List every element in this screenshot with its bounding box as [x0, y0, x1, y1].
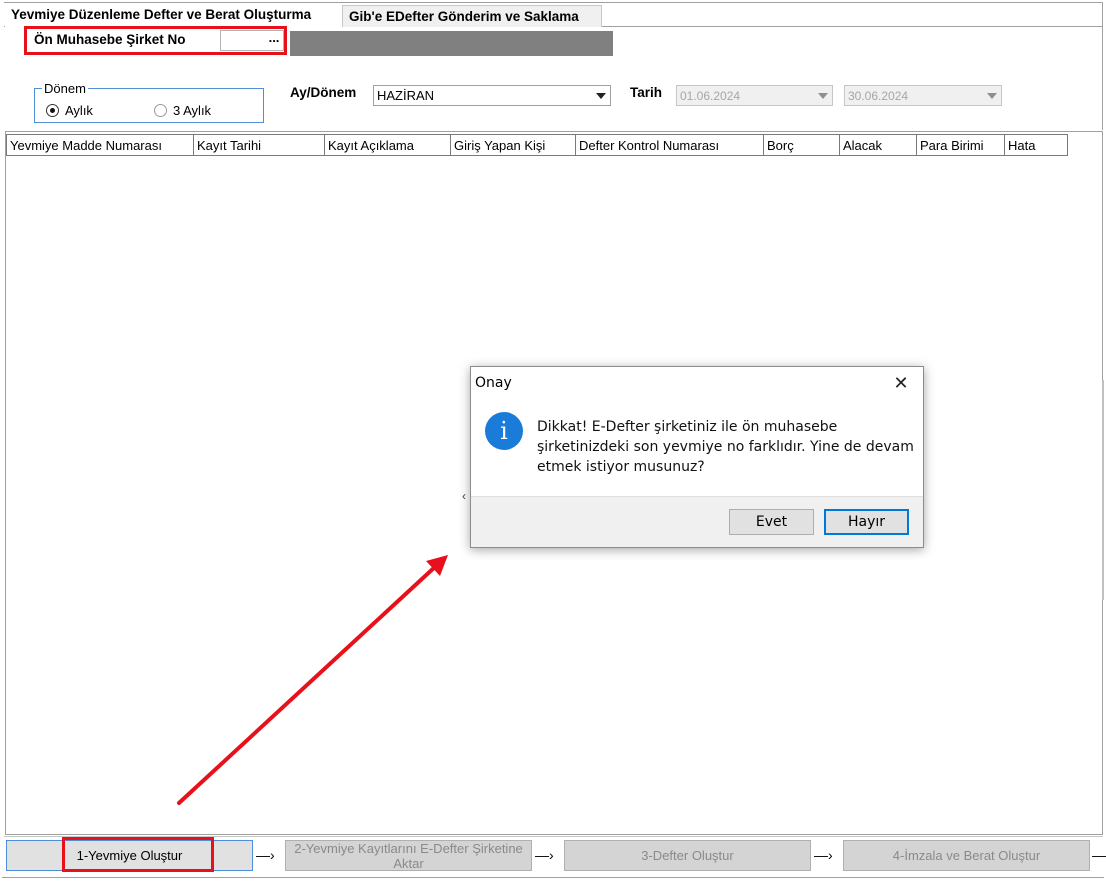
dialog-title: Onay	[475, 375, 512, 391]
radio-quarterly[interactable]: 3 Aylık	[154, 103, 211, 118]
radio-monthly-label: Aylık	[65, 103, 93, 118]
window-right-border	[1102, 2, 1103, 130]
radio-quarterly-label: 3 Aylık	[173, 103, 212, 118]
chevron-down-icon	[987, 93, 997, 99]
company-no-label: Ön Muhasebe Şirket No	[34, 32, 186, 47]
month-label: Ay/Dönem	[290, 85, 357, 100]
column-header[interactable]: Borç	[764, 134, 840, 156]
column-header[interactable]: Yevmiye Madde Numarası	[6, 134, 194, 156]
close-icon[interactable]: ✕	[891, 373, 911, 393]
step-1-create-journal-button[interactable]: 1-Yevmiye Oluştur	[6, 840, 253, 871]
chevron-down-icon	[596, 93, 606, 99]
column-header[interactable]: Kayıt Tarihi	[194, 134, 325, 156]
column-header[interactable]: Giriş Yapan Kişi	[451, 134, 576, 156]
grid-header: Yevmiye Madde Numarası Kayıt Tarihi Kayı…	[6, 134, 1068, 156]
column-header[interactable]: Alacak	[840, 134, 917, 156]
column-header[interactable]: Hata	[1005, 134, 1068, 156]
dialog-message: Dikkat! E-Defter şirketiniz ile ön muhas…	[537, 419, 914, 475]
chevron-down-icon	[818, 93, 828, 99]
start-date-value: 01.06.2024	[680, 89, 741, 103]
company-browse-button[interactable]: ...	[264, 30, 284, 51]
column-header[interactable]: Para Birimi	[917, 134, 1005, 156]
arrow-right-icon: —›	[814, 847, 833, 863]
tab-yevmiye-duzenleme[interactable]: Yevmiye Düzenleme Defter ve Berat Oluştu…	[5, 3, 342, 27]
period-group-label: Dönem	[42, 81, 88, 96]
month-select-value: HAZİRAN	[377, 88, 435, 103]
start-date-picker[interactable]: 01.06.2024	[676, 85, 833, 106]
date-label: Tarih	[630, 85, 663, 100]
arrow-right-icon: —›	[256, 847, 275, 863]
company-name-display	[290, 31, 613, 56]
arrow-right-icon: —	[1092, 847, 1106, 863]
step-2-transfer-button[interactable]: 2-Yevmiye Kayıtlarını E-Defter Şirketine…	[285, 840, 532, 871]
yes-button[interactable]: Evet	[729, 509, 814, 535]
tab-gib-edefter-gonderim[interactable]: Gib'e EDefter Gönderim ve Saklama	[342, 5, 602, 27]
vertical-scrollbar-edge[interactable]	[1102, 380, 1104, 600]
column-header[interactable]: Defter Kontrol Numarası	[576, 134, 764, 156]
radio-selected-icon	[46, 104, 59, 117]
radio-unselected-icon	[154, 104, 167, 117]
step-4-sign-button[interactable]: 4-İmzala ve Berat Oluştur	[843, 840, 1090, 871]
workflow-divider	[4, 836, 1103, 837]
info-icon: i	[485, 412, 523, 450]
chevron-left-icon: ‹	[462, 489, 466, 503]
arrow-right-icon: —›	[535, 847, 554, 863]
confirm-dialog: Onay ✕ i Dikkat! E-Defter şirketiniz ile…	[470, 366, 924, 548]
end-date-picker[interactable]: 30.06.2024	[844, 85, 1002, 106]
step-3-create-ledger-button[interactable]: 3-Defter Oluştur	[564, 840, 811, 871]
dialog-footer: Evet Hayır	[471, 496, 923, 547]
radio-monthly[interactable]: Aylık	[46, 103, 93, 118]
column-header[interactable]: Kayıt Açıklama	[325, 134, 451, 156]
end-date-value: 30.06.2024	[848, 89, 909, 103]
month-select[interactable]: HAZİRAN	[373, 85, 611, 106]
window-bottom-border	[2, 877, 1104, 878]
no-button[interactable]: Hayır	[824, 509, 909, 535]
